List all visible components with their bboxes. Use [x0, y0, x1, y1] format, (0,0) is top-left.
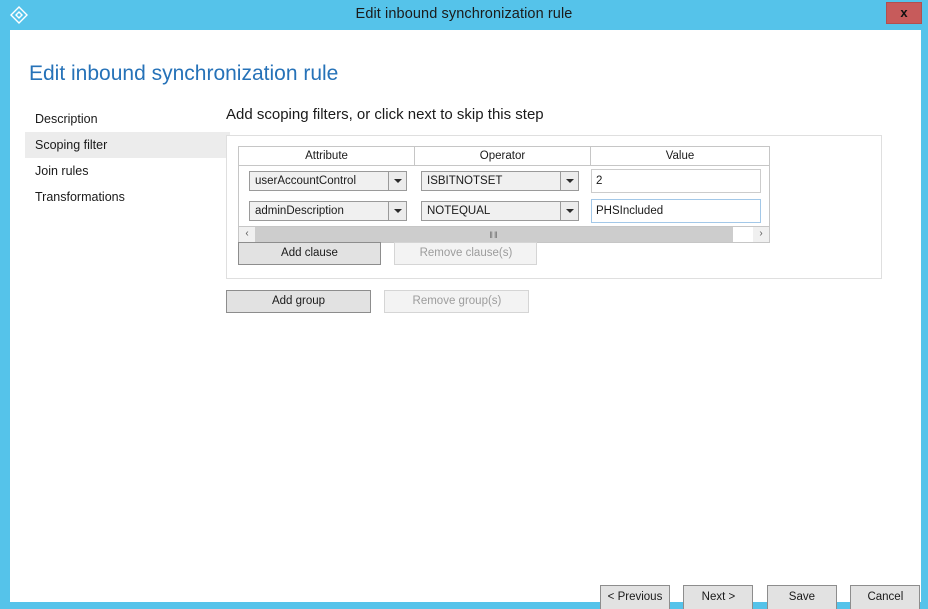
scroll-right-button[interactable]: ›: [753, 227, 769, 242]
add-clause-button[interactable]: Add clause: [238, 242, 381, 265]
cell-value: [591, 199, 769, 223]
step-instruction: Add scoping filters, or click next to sk…: [226, 106, 544, 123]
operator-dropdown-value: ISBITNOTSET: [427, 175, 503, 187]
sidebar-item-scoping-filter[interactable]: Scoping filter: [25, 132, 230, 158]
page-title: Edit inbound synchronization rule: [29, 62, 339, 85]
chevron-down-icon[interactable]: [560, 202, 578, 220]
sidebar-item-description[interactable]: Description: [25, 106, 230, 132]
grid-header-row: Attribute Operator Value: [238, 146, 770, 166]
chevron-right-icon: ›: [759, 228, 763, 239]
cancel-button[interactable]: Cancel: [850, 585, 921, 609]
attribute-dropdown[interactable]: adminDescription: [249, 201, 407, 221]
add-group-button[interactable]: Add group: [226, 290, 371, 313]
title-bar: Edit inbound synchronization rule x: [0, 0, 928, 30]
attribute-dropdown-value: userAccountControl: [255, 175, 356, 187]
column-header-value: Value: [591, 147, 769, 165]
scrollbar-thumb[interactable]: ‖‖: [255, 227, 733, 242]
grid-horizontal-scrollbar[interactable]: ‹ ‖‖ ›: [238, 226, 770, 243]
chevron-down-icon[interactable]: [560, 172, 578, 190]
clause-button-bar: Add clause Remove clause(s): [238, 242, 538, 265]
scoping-filter-group-box: Attribute Operator Value userAccountCont…: [226, 135, 882, 279]
operator-dropdown[interactable]: NOTEQUAL: [421, 201, 579, 221]
sidebar-item-transformations[interactable]: Transformations: [25, 184, 230, 210]
dialog-client-area: Edit inbound synchronization rule Descri…: [10, 30, 921, 609]
previous-button[interactable]: < Previous: [600, 585, 670, 609]
value-input[interactable]: [591, 169, 761, 193]
close-button[interactable]: x: [886, 2, 922, 24]
save-button[interactable]: Save: [766, 585, 837, 609]
chevron-down-icon[interactable]: [388, 172, 406, 190]
dialog-window: Edit inbound synchronization rule x Edit…: [0, 0, 928, 609]
operator-dropdown[interactable]: ISBITNOTSET: [421, 171, 579, 191]
remove-group-button[interactable]: Remove group(s): [384, 290, 530, 313]
cell-operator: ISBITNOTSET: [415, 171, 591, 191]
scrollbar-track[interactable]: ‖‖: [255, 227, 753, 242]
scrollbar-grip-icon: ‖‖: [489, 229, 499, 240]
sidebar-item-label: Scoping filter: [35, 138, 108, 152]
grid-body: userAccountControl ISBITNOTSET 2 adminDe…: [238, 166, 770, 226]
next-button[interactable]: Next >: [683, 585, 754, 609]
value-input[interactable]: [591, 199, 761, 223]
group-button-bar: Add group Remove group(s): [226, 290, 530, 313]
sidebar-item-label: Transformations: [35, 190, 125, 204]
table-row: userAccountControl ISBITNOTSET: [239, 166, 769, 196]
cell-value: [591, 169, 769, 193]
scroll-left-button[interactable]: ‹: [239, 227, 255, 242]
attribute-dropdown[interactable]: userAccountControl: [249, 171, 407, 191]
scoping-filter-grid: Attribute Operator Value userAccountCont…: [238, 146, 770, 243]
column-header-operator: Operator: [415, 147, 591, 165]
window-title: Edit inbound synchronization rule: [355, 6, 573, 22]
operator-dropdown-value: NOTEQUAL: [427, 205, 491, 217]
cell-operator: NOTEQUAL: [415, 201, 591, 221]
wizard-step-nav: Description Scoping filter Join rules Tr…: [25, 106, 230, 210]
sidebar-item-join-rules[interactable]: Join rules: [25, 158, 230, 184]
remove-clause-button[interactable]: Remove clause(s): [394, 242, 538, 265]
sidebar-item-label: Description: [35, 112, 98, 126]
table-row: adminDescription NOTEQUAL: [239, 196, 769, 226]
sidebar-item-label: Join rules: [35, 164, 89, 178]
chevron-left-icon: ‹: [245, 228, 249, 239]
cell-attribute: adminDescription: [239, 201, 415, 221]
chevron-down-icon[interactable]: [388, 202, 406, 220]
column-header-attribute: Attribute: [239, 147, 415, 165]
cell-attribute: userAccountControl: [239, 171, 415, 191]
dialog-footer: < Previous Next > Save Cancel: [600, 585, 921, 609]
attribute-dropdown-value: adminDescription: [255, 205, 344, 217]
